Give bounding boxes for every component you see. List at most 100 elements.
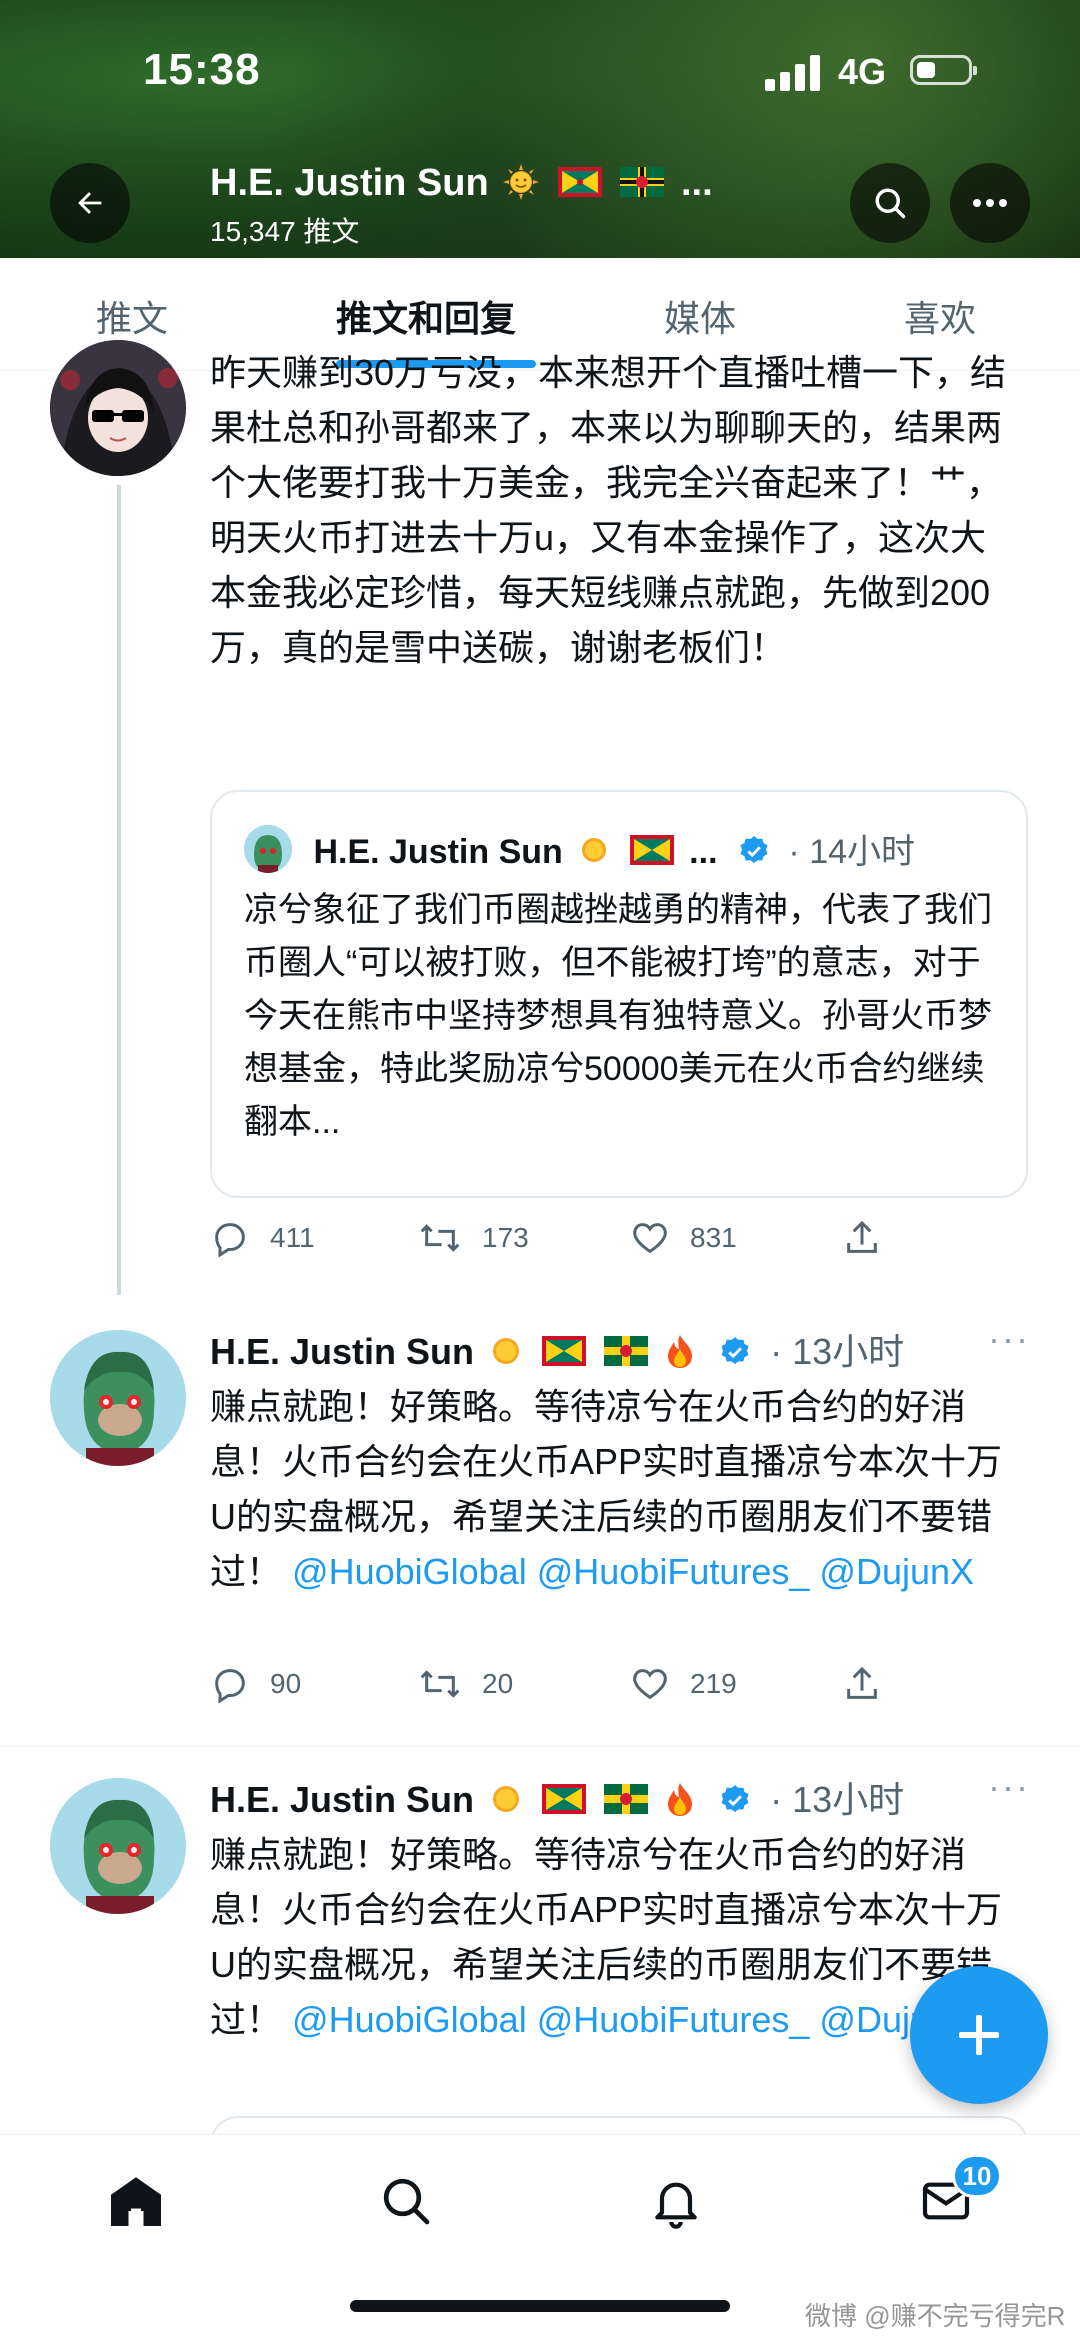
nav-notifications[interactable]	[640, 2165, 712, 2237]
share-button[interactable]	[842, 1218, 902, 1258]
signal-icon	[765, 55, 821, 91]
tweet-body: 昨天赚到30万亏没，本来想开个直播吐槽一下，结果杜总和孙哥都来了，本来以为聊聊天…	[210, 352, 1007, 668]
compose-button[interactable]	[910, 1966, 1048, 2104]
retweet-button[interactable]: 173	[418, 1218, 529, 1258]
sun-emoji-icon	[493, 1338, 520, 1364]
more-dots-icon	[973, 199, 1007, 207]
ape-avatar-icon	[244, 825, 292, 873]
sun-emoji-icon	[503, 164, 540, 200]
like-button[interactable]: 831	[630, 1218, 737, 1258]
retweet-button[interactable]: 20	[418, 1664, 513, 1704]
retweet-icon	[420, 1670, 460, 1698]
dominica-flag-icon	[604, 1784, 649, 1814]
author-name[interactable]: H.E. Justin Sun	[210, 1779, 474, 1820]
sun-emoji-icon	[493, 1786, 520, 1812]
search-icon	[875, 188, 906, 219]
like-count: 831	[690, 1222, 737, 1253]
header-title-ellipsis: ...	[680, 162, 713, 204]
like-count: 219	[690, 1668, 737, 1699]
ape-avatar-icon	[50, 1330, 186, 1466]
tab-posts[interactable]: 推文	[96, 290, 168, 342]
mention-link[interactable]: @HuobiGlobal	[292, 1999, 527, 2040]
share-icon	[847, 1220, 877, 1253]
reply-count: 90	[270, 1668, 302, 1699]
tab-media[interactable]: 媒体	[664, 290, 736, 342]
search-button[interactable]	[850, 163, 930, 243]
mention-link[interactable]: @HuobiFutures_	[537, 1999, 810, 2040]
verified-badge-icon	[721, 1337, 749, 1365]
heart-icon	[633, 1669, 667, 1700]
quoted-tweet-header: H.E. Justin Sun ... · 14小时	[244, 824, 915, 873]
nav-home[interactable]	[100, 2165, 172, 2237]
dominica-flag-icon	[604, 1336, 649, 1366]
quoted-author-name: H.E. Justin Sun	[313, 833, 563, 871]
author-name[interactable]: H.E. Justin Sun	[210, 1331, 474, 1372]
reply-icon	[215, 1223, 245, 1258]
tweet-actions: 90 20 219	[210, 1664, 910, 1714]
back-button[interactable]	[50, 163, 130, 243]
dominica-flag-icon	[620, 167, 665, 197]
status-time: 15:38	[143, 45, 261, 94]
search-icon	[383, 2178, 430, 2225]
avatar[interactable]	[50, 340, 186, 476]
retweet-count: 20	[482, 1668, 514, 1699]
grenada-flag-icon	[557, 167, 602, 197]
tweet-time: · 13小时	[770, 1779, 905, 1820]
bell-icon	[655, 2182, 697, 2229]
reply-button[interactable]: 411	[210, 1218, 315, 1258]
status-bar: 15:38 4G	[0, 45, 1080, 105]
battery-icon	[910, 55, 977, 85]
verified-badge-icon	[721, 1785, 749, 1813]
tab-likes[interactable]: 喜欢	[904, 290, 976, 342]
ape-avatar-icon	[50, 1778, 186, 1914]
header-name: H.E. Justin Sun	[210, 162, 489, 204]
grenada-flag-icon	[542, 1336, 587, 1366]
plus-icon	[959, 2015, 999, 2055]
home-indicator[interactable]	[350, 2300, 730, 2312]
tab-posts-and-replies[interactable]: 推文和回复	[336, 290, 516, 342]
like-button[interactable]: 219	[630, 1664, 737, 1704]
tweet-author: H.E. Justin Sun · 13小时	[210, 1323, 904, 1375]
anime-avatar-icon	[50, 340, 186, 476]
reply-count: 411	[270, 1222, 315, 1253]
watermark: 微博 @赚不完亏得完R	[805, 2301, 1066, 2331]
profile-header: 15:38 4G H.E. Justin Sun ... 15,347 推文	[0, 0, 1080, 258]
network-type: 4G	[838, 51, 887, 92]
quoted-tweet[interactable]: H.E. Justin Sun ... · 14小时 凉兮象征了我们币圈越挫越勇…	[210, 790, 1028, 1198]
back-arrow-icon	[78, 192, 102, 214]
header-title: H.E. Justin Sun ...	[210, 162, 713, 205]
post-count: 15,347 推文	[210, 216, 360, 247]
tweet-body: 赚点就跑！好策略。等待凉兮在火币合约的好消息！火币合约会在火币APP实时直播凉兮…	[210, 1827, 1020, 2047]
tweet-author: H.E. Justin Sun · 13小时	[210, 1771, 904, 1823]
quoted-tweet-text: 凉兮象征了我们币圈越挫越勇的精神，代表了我们币圈人“可以被打败，但不能被打垮”的…	[244, 891, 992, 1141]
retweet-count: 173	[482, 1222, 529, 1253]
retweet-icon	[420, 1224, 460, 1252]
mention-link[interactable]: @HuobiGlobal	[292, 1551, 527, 1592]
tweet-more-button[interactable]: ···	[988, 1766, 1030, 1808]
share-icon	[847, 1666, 877, 1699]
quoted-tweet-time: · 14小时	[788, 833, 916, 871]
tweet-divider	[0, 1746, 1080, 1747]
grenada-flag-icon	[542, 1784, 587, 1814]
quoted-author-avatar	[244, 825, 292, 873]
messages-badge: 10	[952, 2154, 1002, 2198]
share-button[interactable]	[842, 1664, 902, 1704]
reply-icon	[215, 1669, 245, 1704]
avatar[interactable]	[50, 1778, 186, 1914]
quoted-author-ellipsis: ...	[689, 833, 718, 871]
heart-icon	[633, 1223, 667, 1254]
mention-link[interactable]: @DujunX	[819, 1551, 974, 1592]
tweet-actions: 411 173 831	[210, 1218, 910, 1268]
tweet-time: · 13小时	[770, 1331, 905, 1372]
grenada-flag-icon	[629, 835, 674, 865]
reply-button[interactable]: 90	[210, 1664, 301, 1704]
more-options-button[interactable]	[950, 163, 1030, 243]
verified-badge-icon	[740, 836, 768, 864]
tweet-body: 赚点就跑！好策略。等待凉兮在火币合约的好消息！火币合约会在火币APP实时直播凉兮…	[210, 1379, 1020, 1599]
home-icon	[111, 2177, 161, 2226]
mention-link[interactable]: @HuobiFutures_	[537, 1551, 810, 1592]
fire-emoji-icon	[668, 1335, 693, 1368]
avatar[interactable]	[50, 1330, 186, 1466]
tweet-more-button[interactable]: ···	[988, 1318, 1030, 1360]
nav-search[interactable]	[370, 2165, 442, 2237]
